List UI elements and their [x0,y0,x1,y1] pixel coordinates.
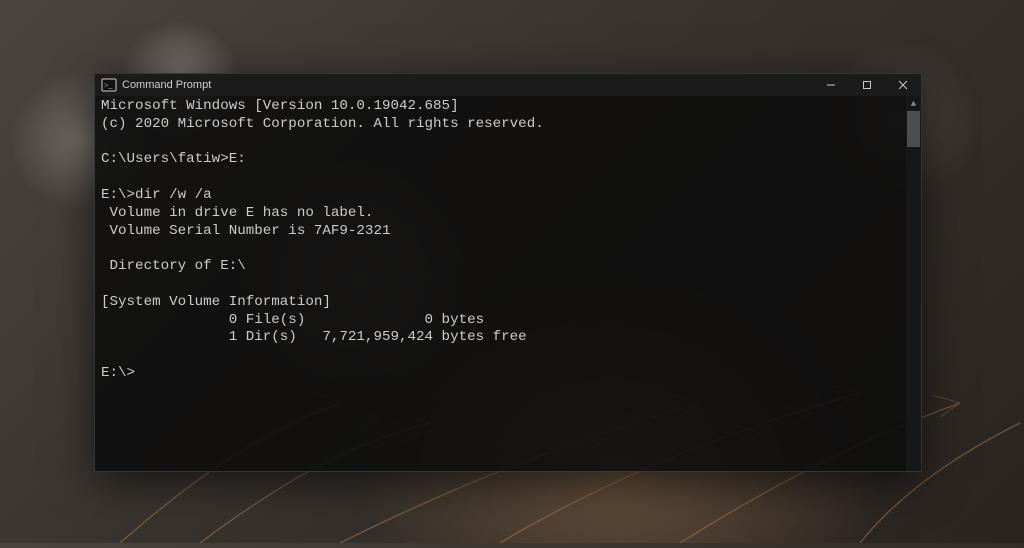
scrollbar[interactable]: ▲ [906,96,921,471]
output-line: [System Volume Information] [101,294,331,310]
output-line: 1 Dir(s) 7,721,959,424 bytes free [101,329,527,345]
output-line: (c) 2020 Microsoft Corporation. All righ… [101,116,544,132]
output-line: Microsoft Windows [Version 10.0.19042.68… [101,98,459,114]
close-button[interactable] [885,74,921,96]
minimize-button[interactable] [813,74,849,96]
maximize-button[interactable] [849,74,885,96]
terminal-output: Microsoft Windows [Version 10.0.19042.68… [101,98,906,383]
cmd-icon: >_ [101,77,117,93]
output-line: Volume in drive E has no label. [101,205,373,221]
output-line: 0 File(s) 0 bytes [101,312,484,328]
output-line: E:\>dir /w /a [101,187,212,203]
scrollbar-thumb[interactable] [907,111,920,147]
output-line: C:\Users\fatiw>E: [101,151,246,167]
titlebar[interactable]: >_ Command Prompt [95,74,921,96]
prompt-line: E:\> [101,365,135,381]
scroll-up-arrow-icon[interactable]: ▲ [906,96,921,111]
output-line: Volume Serial Number is 7AF9-2321 [101,223,390,239]
svg-text:>_: >_ [104,81,114,90]
output-line: Directory of E:\ [101,258,246,274]
command-prompt-window: >_ Command Prompt Microsoft Windows [Ver… [94,73,922,472]
terminal-area[interactable]: Microsoft Windows [Version 10.0.19042.68… [95,96,921,471]
window-title: Command Prompt [122,79,211,91]
